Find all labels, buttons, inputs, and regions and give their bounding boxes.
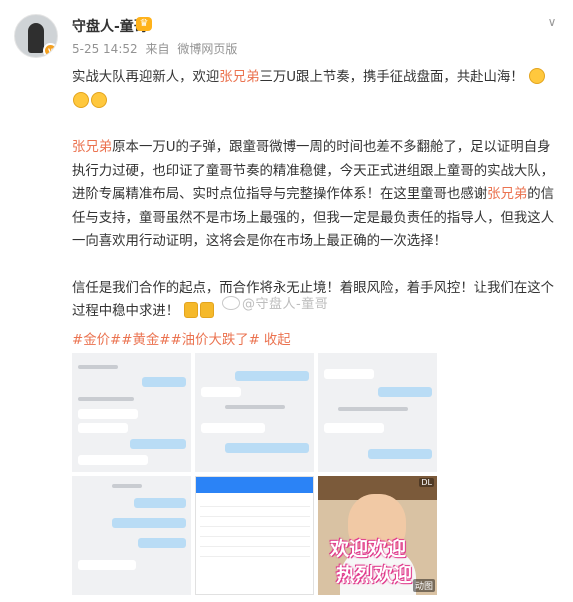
post-header: v 守盘人-童哥 ♛ 5-25 14:52 来自 微博网页版 ∨ (0, 0, 573, 62)
clap-emoji (528, 68, 545, 84)
text-segment: 实战大队再迎新人，欢迎 (72, 70, 220, 85)
vip-icon[interactable]: ♛ (136, 17, 152, 31)
highlight-name: 张兄弟 (219, 70, 260, 85)
cheers-emoji (184, 302, 199, 318)
chat-screenshot-1[interactable] (72, 353, 191, 472)
gif-caption-2: 热烈欢迎 (336, 564, 413, 586)
image-watermark: @守盘人-童哥 (222, 293, 328, 312)
account-screenshot[interactable] (195, 476, 314, 595)
post-timestamp[interactable]: 5-25 14:52 (72, 42, 138, 56)
highlight-name: 张兄弟 (487, 187, 528, 202)
chat-screenshot-4[interactable] (72, 476, 191, 595)
app-topbar (196, 477, 313, 493)
paragraph-1: 实战大队再迎新人，欢迎张兄弟三万U跟上节奏，携手征战盘面，共赴山海！ (72, 66, 556, 113)
post-source: 微博网页版 (177, 42, 238, 56)
paragraph-2: 张兄弟原本一万U的子弹，跟童哥微博一周的时间也差不多翻舱了，足以证明自身执行力过… (72, 136, 556, 254)
image-grid: DL 欢迎欢迎 热烈欢迎 动图 (72, 353, 438, 599)
collapse-link[interactable]: 收起 (264, 333, 291, 348)
avatar[interactable]: v (14, 14, 58, 58)
weibo-logo-icon (222, 296, 240, 310)
welcome-gif[interactable]: DL 欢迎欢迎 热烈欢迎 动图 (318, 476, 437, 595)
gif-tag: 动图 (412, 579, 435, 592)
topic-link[interactable]: #金价##黄金##油价大跌了# (72, 333, 260, 348)
clap-emoji (73, 91, 89, 108)
gif-corner-label: DL (419, 478, 434, 487)
text-segment: 三万U跟上节奏，携手征战盘面，共赴山海！ (259, 70, 524, 85)
text-segment: 原本一万U的子弹，跟童哥微博一周的时间也差不多翻舱了，足以证明自身执行力过硬，也… (72, 140, 555, 202)
source-prefix: 来自 (145, 42, 170, 56)
cheers-emoji (200, 302, 215, 318)
watermark-text: @守盘人-童哥 (242, 297, 329, 312)
avatar-figure (28, 23, 44, 53)
highlight-name: 张兄弟 (72, 140, 113, 155)
chevron-down-icon[interactable]: ∨ (544, 14, 560, 30)
chat-screenshot-3[interactable] (318, 353, 437, 472)
chat-screenshot-2[interactable] (195, 353, 314, 472)
verified-badge-icon: v (43, 43, 57, 57)
clap-emoji (91, 91, 107, 108)
post-meta: 5-25 14:52 来自 微博网页版 (72, 40, 241, 57)
topic-tags: #金价##黄金##油价大跌了# 收起 (72, 330, 556, 352)
gif-caption-1: 欢迎欢迎 (330, 538, 407, 560)
